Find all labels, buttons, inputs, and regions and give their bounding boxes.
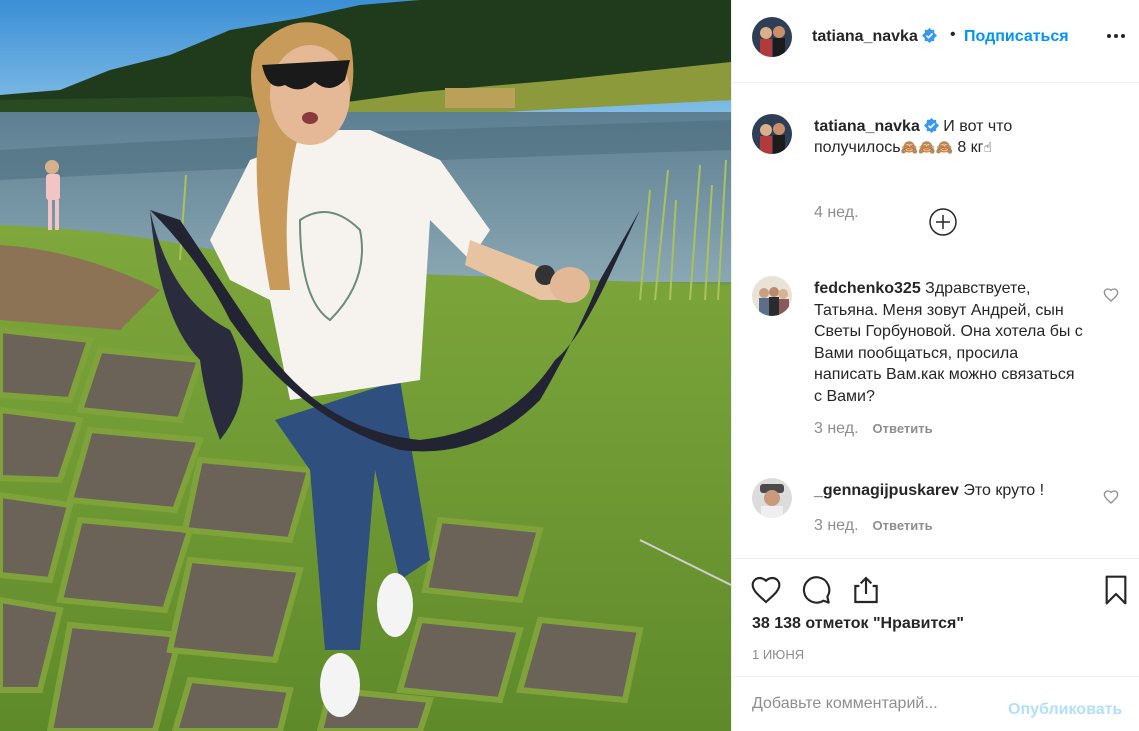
verified-badge-icon: [921, 27, 937, 43]
comment-input[interactable]: [752, 691, 1002, 717]
comment-timestamp[interactable]: 3 нед.: [814, 517, 859, 534]
comment-username[interactable]: _gennagijpuskarev: [814, 482, 959, 499]
caption-emojis: 🙈🙈🙈: [900, 140, 953, 156]
comment-text: _gennagijpuskarev Это круто !: [814, 480, 1086, 502]
follow-button[interactable]: Подписаться: [964, 28, 1069, 46]
post-actions: 38 138 отметок "Нравится" 1 ИЮНЯ: [732, 558, 1139, 676]
caption-hand-emoji: ☝: [983, 140, 993, 156]
post-date[interactable]: 1 ИЮНЯ: [752, 647, 804, 662]
caption-avatar[interactable]: [752, 114, 792, 154]
reply-button[interactable]: Ответить: [873, 518, 933, 533]
caption-username[interactable]: tatiana_navka: [814, 118, 920, 135]
caption-text: tatiana_navka И вот что получилось🙈🙈🙈 8 …: [814, 116, 1074, 159]
commenter-avatar[interactable]: [752, 276, 792, 316]
comments-list[interactable]: tatiana_navka И вот что получилось🙈🙈🙈 8 …: [732, 84, 1139, 557]
caption-timestamp[interactable]: 4 нед.: [814, 204, 859, 222]
author-avatar[interactable]: [752, 17, 792, 57]
comment-bubble-icon[interactable]: [800, 574, 832, 606]
caption-suffix: 8 кг: [952, 139, 984, 156]
reply-button[interactable]: Ответить: [873, 421, 933, 436]
heart-small-icon[interactable]: [1103, 287, 1119, 303]
comment-meta: 3 нед. Ответить: [814, 517, 933, 535]
heart-icon[interactable]: [750, 574, 782, 606]
comment-composer: Опубликовать: [732, 676, 1139, 731]
plus-circle-icon[interactable]: [928, 207, 958, 237]
more-dots-icon[interactable]: [1104, 24, 1128, 48]
post-header: tatiana_navka • Подписаться: [732, 0, 1139, 83]
bookmark-icon[interactable]: [1100, 574, 1132, 606]
author-username[interactable]: tatiana_navka: [812, 27, 937, 46]
heart-small-icon[interactable]: [1103, 489, 1119, 505]
post-panel: tatiana_navka • Подписаться tatiana_navk…: [731, 0, 1139, 731]
comment-username[interactable]: fedchenko325: [814, 280, 921, 297]
header-separator: •: [950, 26, 956, 43]
verified-badge-icon: [923, 117, 939, 133]
likes-count[interactable]: 38 138 отметок "Нравится": [752, 615, 964, 633]
post-photo[interactable]: [0, 0, 731, 731]
comment-body: Здравствуете, Татьяна. Меня зовут Андрей…: [814, 280, 1083, 405]
commenter-avatar[interactable]: [752, 478, 792, 518]
comment-text: fedchenko325 Здравствуете, Татьяна. Меня…: [814, 278, 1086, 407]
comment-timestamp[interactable]: 3 нед.: [814, 420, 859, 437]
comment-meta: 3 нед. Ответить: [814, 420, 933, 438]
post-photo-image: [0, 0, 731, 731]
publish-button[interactable]: Опубликовать: [1008, 701, 1122, 719]
share-icon[interactable]: [850, 574, 882, 606]
comment-body: Это круто !: [963, 482, 1045, 499]
